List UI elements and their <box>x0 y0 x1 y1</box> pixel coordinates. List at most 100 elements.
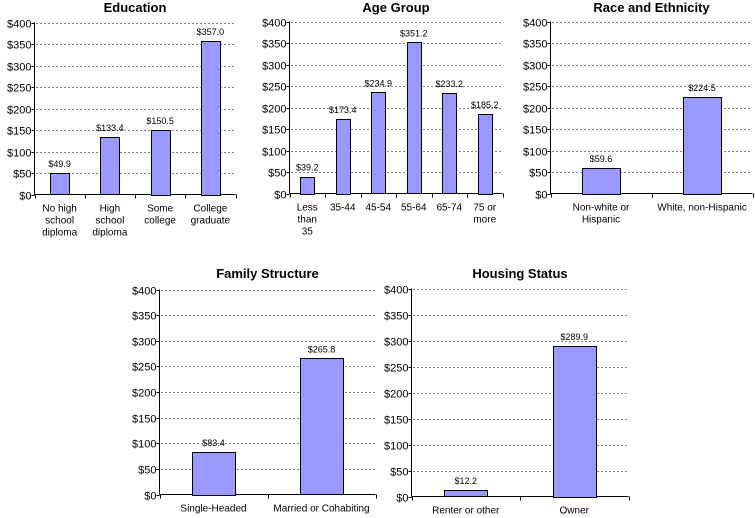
y-tick-label: $400 <box>262 18 286 30</box>
y-tick-label: $0 <box>144 491 156 503</box>
y-tick-label: $300 <box>523 61 547 73</box>
chart-housing-status: Housing Status $0 $50 $100 $150 $200 $250 $300 $… <box>384 266 630 517</box>
y-tick-label: $0 <box>396 493 408 505</box>
bar <box>553 346 597 498</box>
y-tick-label: $150 <box>132 414 156 426</box>
bar <box>478 114 493 195</box>
x-tick-label: 45-54 <box>365 203 391 214</box>
data-label: $289.9 <box>560 332 588 342</box>
x-tick-label: Non-white or Hispanic <box>573 203 630 226</box>
bar <box>300 358 344 495</box>
bar <box>407 42 422 194</box>
y-tick-label: $100 <box>384 441 408 453</box>
y-tick-label: $300 <box>7 62 31 74</box>
y-tick-label: $50 <box>268 168 286 180</box>
data-label: $39.2 <box>296 163 319 173</box>
chart-title: Race and Ethnicity <box>593 0 710 15</box>
y-tick-label: $300 <box>384 337 408 349</box>
y-tick-label: $400 <box>132 286 156 298</box>
y-tick-label: $200 <box>523 104 547 116</box>
x-tick-label: White, non-Hispanic <box>657 203 746 214</box>
x-tick-label: Some college <box>144 204 176 227</box>
bar <box>100 137 120 195</box>
data-label: $233.2 <box>435 79 463 89</box>
bar <box>192 452 236 496</box>
y-tick-label: $300 <box>132 337 156 349</box>
data-label: $224.5 <box>688 83 716 93</box>
y-tick-label: $100 <box>523 147 547 159</box>
bar <box>50 173 70 195</box>
bar <box>582 168 621 195</box>
x-tick-label: Renter or other <box>432 506 500 517</box>
data-label: $357.0 <box>197 27 225 37</box>
data-label: $234.9 <box>364 78 392 88</box>
y-tick-label: $200 <box>132 388 156 400</box>
x-tick-label: No high school diploma <box>42 204 77 239</box>
y-tick-label: $50 <box>529 168 547 180</box>
x-tick-label: College graduate <box>191 204 231 227</box>
chart-race-ethnicity: Race and Ethnicity $0 $50 $100 $150 $200 $250 $… <box>523 0 754 226</box>
data-label: $265.8 <box>308 344 336 354</box>
y-tick-label: $50 <box>390 467 408 479</box>
y-tick-label: $250 <box>262 82 286 94</box>
bar <box>151 130 171 196</box>
chart-title: Family Structure <box>216 266 319 281</box>
chart-panel-grid: Education $0 $50 $100 $150 $200 $250 $300 $350 $4… <box>7 0 754 517</box>
data-label: $49.9 <box>48 159 71 169</box>
y-tick-label: $100 <box>262 147 286 159</box>
y-tick-label: $100 <box>7 148 31 160</box>
y-tick-label: $400 <box>523 18 547 30</box>
x-tick-label: Owner <box>560 506 590 517</box>
data-label: $133.4 <box>96 123 124 133</box>
y-tick-label: $350 <box>132 311 156 323</box>
y-tick-label: $50 <box>13 169 31 181</box>
x-tick-label: 65-74 <box>436 203 462 214</box>
y-tick-label: $350 <box>384 311 408 323</box>
x-tick-label: 75 or more <box>473 203 496 226</box>
bar <box>683 97 722 195</box>
y-tick-label: $400 <box>384 285 408 297</box>
bar <box>444 490 488 497</box>
data-label: $59.6 <box>590 154 613 164</box>
y-tick-label: $250 <box>7 83 31 95</box>
y-tick-label: $200 <box>262 104 286 116</box>
chart-age-group: Age Group $0 $50 $100 $150 $200 $250 $300 $350 $4… <box>262 0 504 238</box>
y-tick-label: $300 <box>262 61 286 73</box>
y-tick-label: $0 <box>535 190 547 202</box>
chart-family-structure: Family Structure $0 $50 $100 $150 $200 $250 $30… <box>132 266 377 515</box>
y-tick-label: $50 <box>138 465 156 477</box>
y-tick-label: $250 <box>384 363 408 375</box>
y-tick-label: $100 <box>132 439 156 451</box>
bar <box>201 41 221 196</box>
y-tick-label: $150 <box>7 126 31 138</box>
y-tick-label: $400 <box>7 19 31 31</box>
y-tick-label: $350 <box>262 39 286 51</box>
x-tick-label: 35-44 <box>330 203 356 214</box>
y-tick-label: $350 <box>7 40 31 52</box>
data-label: $351.2 <box>400 28 428 38</box>
y-tick-label: $200 <box>384 389 408 401</box>
x-tick-label: Married or Cohabiting <box>273 504 369 515</box>
bar <box>371 92 386 194</box>
bar <box>336 119 351 195</box>
y-tick-label: $200 <box>7 105 31 117</box>
data-label: $150.5 <box>146 116 174 126</box>
y-tick-label: $350 <box>523 39 547 51</box>
y-tick-label: $250 <box>523 82 547 94</box>
chart-title: Housing Status <box>472 266 567 281</box>
data-label: $12.2 <box>454 476 477 486</box>
data-label: $83.4 <box>202 438 225 448</box>
bar <box>442 93 457 194</box>
data-label: $185.2 <box>471 100 499 110</box>
x-tick-label: Single-Headed <box>180 504 246 515</box>
y-tick-label: $250 <box>132 362 156 374</box>
x-tick-label: 55-64 <box>401 203 427 214</box>
chart-title: Education <box>104 0 167 15</box>
y-tick-label: $150 <box>523 125 547 137</box>
y-tick-label: $150 <box>384 415 408 427</box>
x-tick-label: Less than 35 <box>297 203 318 238</box>
y-tick-label: $0 <box>19 191 31 203</box>
y-tick-label: $150 <box>262 125 286 137</box>
bar <box>300 177 315 195</box>
chart-education: Education $0 $50 $100 $150 $200 $250 $300 $350 $4… <box>7 0 237 239</box>
